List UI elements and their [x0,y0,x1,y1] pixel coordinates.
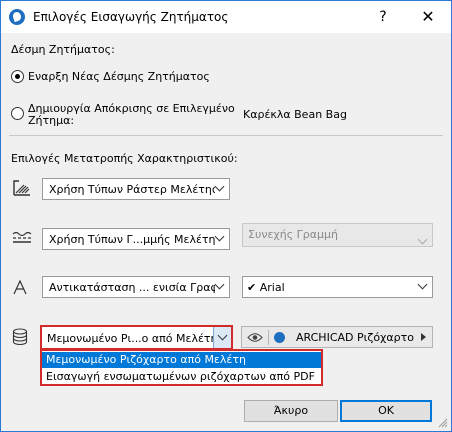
radio-new-bundle-label[interactable]: Εναρξη Νέας Δέσμης Ζητήματος [28,70,210,83]
dropdown-option-single-pen-set[interactable]: Μεμονωμένο Ριζόχαρτο από Μελέτη [42,352,321,368]
selected-issue-name: Καρέκλα Bean Bag [243,108,347,121]
popup-arrow-icon [421,333,426,341]
dropdown-toggle[interactable] [213,327,231,348]
line-type-value: Συνεχής Γραμμή [248,228,339,241]
section-divider [9,135,443,136]
help-button[interactable]: ? [363,1,403,33]
pen-set-dropdown-list: Μεμονωμένο Ριζόχαρτο από Μελέτη Εισαγωγή… [40,349,323,386]
dialog-window: Επιλογές Εισαγωγής Ζητήματος ? ✕ Δέσμη Ζ… [0,0,452,432]
ok-button[interactable]: OK [340,400,432,422]
chevron-down-icon [417,279,428,290]
close-button[interactable]: ✕ [405,1,451,33]
check-icon: ✔ [247,281,257,294]
radio-reply-label-line2[interactable]: Ζήτημα: [28,114,74,127]
radio-reply-to-issue[interactable] [11,107,24,120]
font-name-select[interactable]: ✔ Arial [242,276,433,298]
chevron-down-icon [214,279,225,290]
dropdown-option-import-pdf-pen-sets[interactable]: Εισαγωγή ενσωματωμένων ριζόχαρτων από PD… [42,369,321,385]
line-conversion-select[interactable]: Χρήση Τύπων Γ...μμής Μελέτης [42,228,230,250]
eye-icon [247,333,263,342]
dialog-title: Επιλογές Εισαγωγής Ζητήματος [33,10,229,24]
line-conversion-value: Χρήση Τύπων Γ...μμής Μελέτης [49,233,215,246]
font-conversion-value: Αντικατάσταση ... ενισία Γραφή [49,281,215,294]
archicad-logo-icon [274,332,285,343]
cancel-button[interactable]: Άκυρο [244,400,338,422]
line-type-icon [12,231,32,243]
fill-pattern-icon [13,180,30,196]
archicad-app-icon [9,9,25,25]
pen-set-icon [12,328,28,346]
font-conversion-select[interactable]: Αντικατάσταση ... ενισία Γραφή [42,276,230,298]
pen-set-conversion-value: Μεμονωμένο Ρι...ο από Μελέτη [47,332,215,345]
radio-new-bundle[interactable] [11,70,24,83]
bundle-heading: Δέσμη Ζητήματος: [11,43,115,56]
pen-set-conversion-select[interactable]: Μεμονωμένο Ρι...ο από Μελέτη [40,325,233,350]
conversion-heading: Επιλογές Μετατροπής Χαρακτηριστικού: [11,152,238,165]
chevron-down-icon [217,330,228,341]
pen-set-library-value: ARCHICAD Ριζόχαρτο [296,331,414,344]
title-bar[interactable]: Επιλογές Εισαγωγής Ζητήματος ? ✕ [1,1,451,33]
chevron-down-icon [214,181,225,192]
font-icon [13,280,27,295]
pen-set-library-popup[interactable]: ARCHICAD Ριζόχαρτο [241,326,433,348]
chevron-down-icon [417,234,428,245]
resize-grip-icon[interactable] [438,418,448,428]
fill-conversion-select[interactable]: Χρήση Τύπων Ράστερ Μελέτης [42,178,230,200]
divider [268,330,269,345]
line-type-select: Συνεχής Γραμμή [242,223,433,247]
font-name-value: Arial [259,281,285,294]
font-name-row: ✔ Arial [247,281,285,294]
fill-conversion-value: Χρήση Τύπων Ράστερ Μελέτης [49,183,215,196]
chevron-down-icon [214,231,225,242]
